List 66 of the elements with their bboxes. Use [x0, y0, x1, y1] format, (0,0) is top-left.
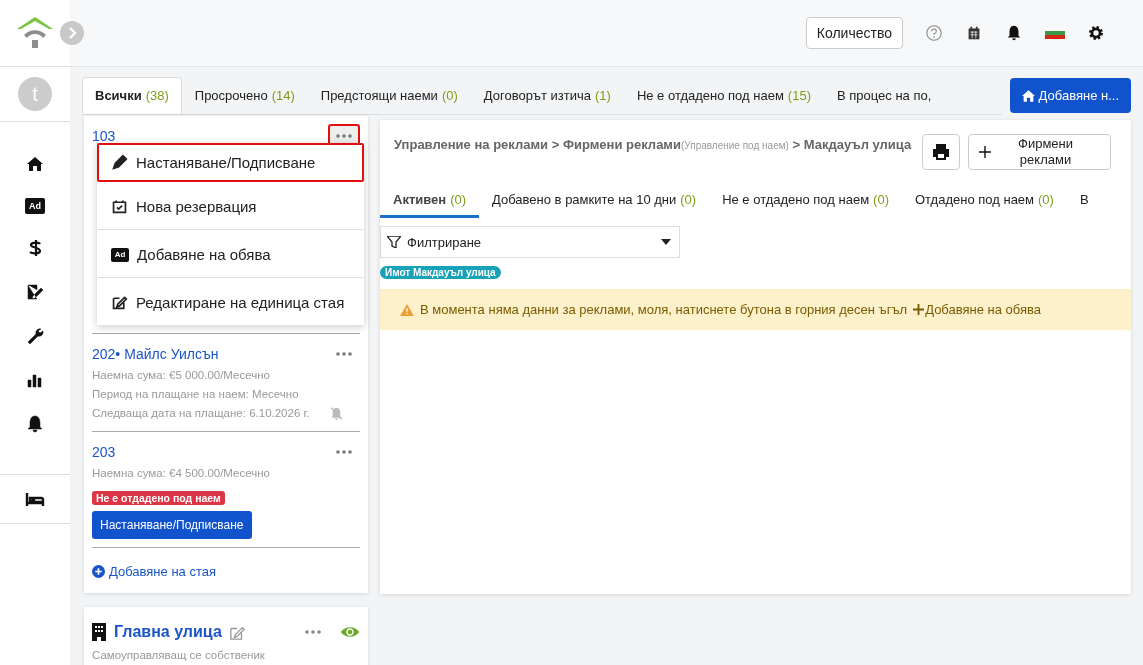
tab[interactable]: Предстоящи наеми (0) — [307, 77, 471, 114]
filter-icon — [387, 236, 401, 248]
menu-item[interactable]: Ad Добавяне на обява — [97, 230, 364, 278]
status-badge: Не е отдадено под наем — [92, 491, 225, 505]
signed-document-icon[interactable] — [25, 282, 45, 302]
tab[interactable]: Просрочено (14) — [181, 77, 308, 114]
room-title[interactable]: 202• Майлс Уилсън — [92, 346, 219, 362]
owner-type: Самоуправляващ се собственик — [92, 649, 266, 661]
more-icon — [335, 352, 353, 356]
plus-icon — [913, 304, 925, 315]
bell-muted-icon — [329, 407, 343, 420]
pen-icon — [111, 154, 128, 171]
menu-item[interactable]: Редактиране на единица стая — [97, 278, 364, 325]
room-title[interactable]: 203 — [92, 444, 116, 460]
flag-icon[interactable] — [1045, 27, 1065, 39]
quantity-button[interactable]: Количество — [805, 17, 903, 49]
ad-icon[interactable]: Ad — [25, 198, 45, 214]
alert-text: В момента няма данни за реклами, моля, натиснете бутона в горния десен ъгъл — [420, 302, 908, 317]
help-icon[interactable] — [925, 24, 943, 42]
add-property-button[interactable]: Добавяне н... — [1009, 78, 1131, 113]
room-info: Период на плащане на наем: Месечно — [92, 387, 299, 402]
more-icon[interactable] — [304, 630, 322, 634]
printer-icon — [933, 144, 949, 160]
home-icon[interactable] — [25, 154, 45, 174]
tab[interactable]: Добавено в рамките на 10 дни (0) — [479, 184, 710, 218]
ad-icon: Ad — [111, 247, 129, 262]
tab[interactable]: Не е отдадено под наем (15) — [623, 77, 824, 114]
warning-icon — [400, 303, 414, 316]
eye-icon[interactable] — [340, 625, 360, 639]
tab[interactable]: В — [1066, 184, 1102, 218]
breadcrumb: Управление на реклами > Фирмени реклами(Управление под наем) > Макдауъл улица — [394, 136, 913, 154]
add-ad-link[interactable]: Добавяне на обява — [913, 302, 1041, 317]
settings-icon[interactable] — [1087, 24, 1105, 42]
logo-icon — [15, 15, 55, 51]
edit-icon — [111, 294, 128, 311]
calendar-check-icon — [111, 198, 128, 215]
room-info: Следваща дата на плащане: 6.10.2026 г. — [92, 406, 310, 421]
bell-icon[interactable] — [1005, 24, 1023, 42]
plus-circle-icon — [92, 565, 105, 578]
menu-item[interactable]: Нова резервация — [97, 182, 364, 230]
home-icon — [1021, 89, 1035, 102]
property-tag: Имот Макдауъл улица — [380, 266, 501, 279]
wrench-icon[interactable] — [25, 326, 45, 346]
plus-icon — [979, 146, 991, 158]
building-icon — [92, 623, 106, 641]
caret-icon — [661, 239, 671, 245]
tab[interactable]: Договорът изтича (1) — [470, 77, 624, 114]
edit-icon[interactable] — [229, 624, 245, 640]
company-ads-button[interactable]: Фирмени реклами — [968, 134, 1111, 170]
tab[interactable]: Не е отдадено под наем (0) — [709, 184, 902, 218]
add-room-link[interactable]: Добавяне на стая — [92, 548, 360, 593]
room-info: Наемна сума: €4 500.00/Месечно — [92, 466, 270, 481]
room-info: Наемна сума: €5 000.00/Месечно — [92, 368, 270, 383]
tab[interactable]: В процес на по, — [823, 77, 945, 114]
more-icon — [335, 450, 353, 454]
tab[interactable]: Отдадено под наем (0) — [902, 184, 1067, 218]
filter-dropdown[interactable]: Филтриране — [380, 226, 680, 258]
more-icon — [335, 134, 353, 138]
room-title[interactable]: 103 — [92, 128, 116, 144]
property-name[interactable]: Главна улица — [114, 623, 222, 641]
tab[interactable]: Активен (0) — [380, 184, 480, 218]
tab[interactable]: Всички (38) — [82, 77, 182, 114]
bell-icon[interactable] — [25, 414, 45, 434]
menu-item[interactable]: Настаняване/Подписване — [97, 143, 364, 182]
print-button[interactable] — [922, 134, 960, 170]
check-in-button[interactable]: Настаняване/Подписване — [92, 511, 252, 539]
